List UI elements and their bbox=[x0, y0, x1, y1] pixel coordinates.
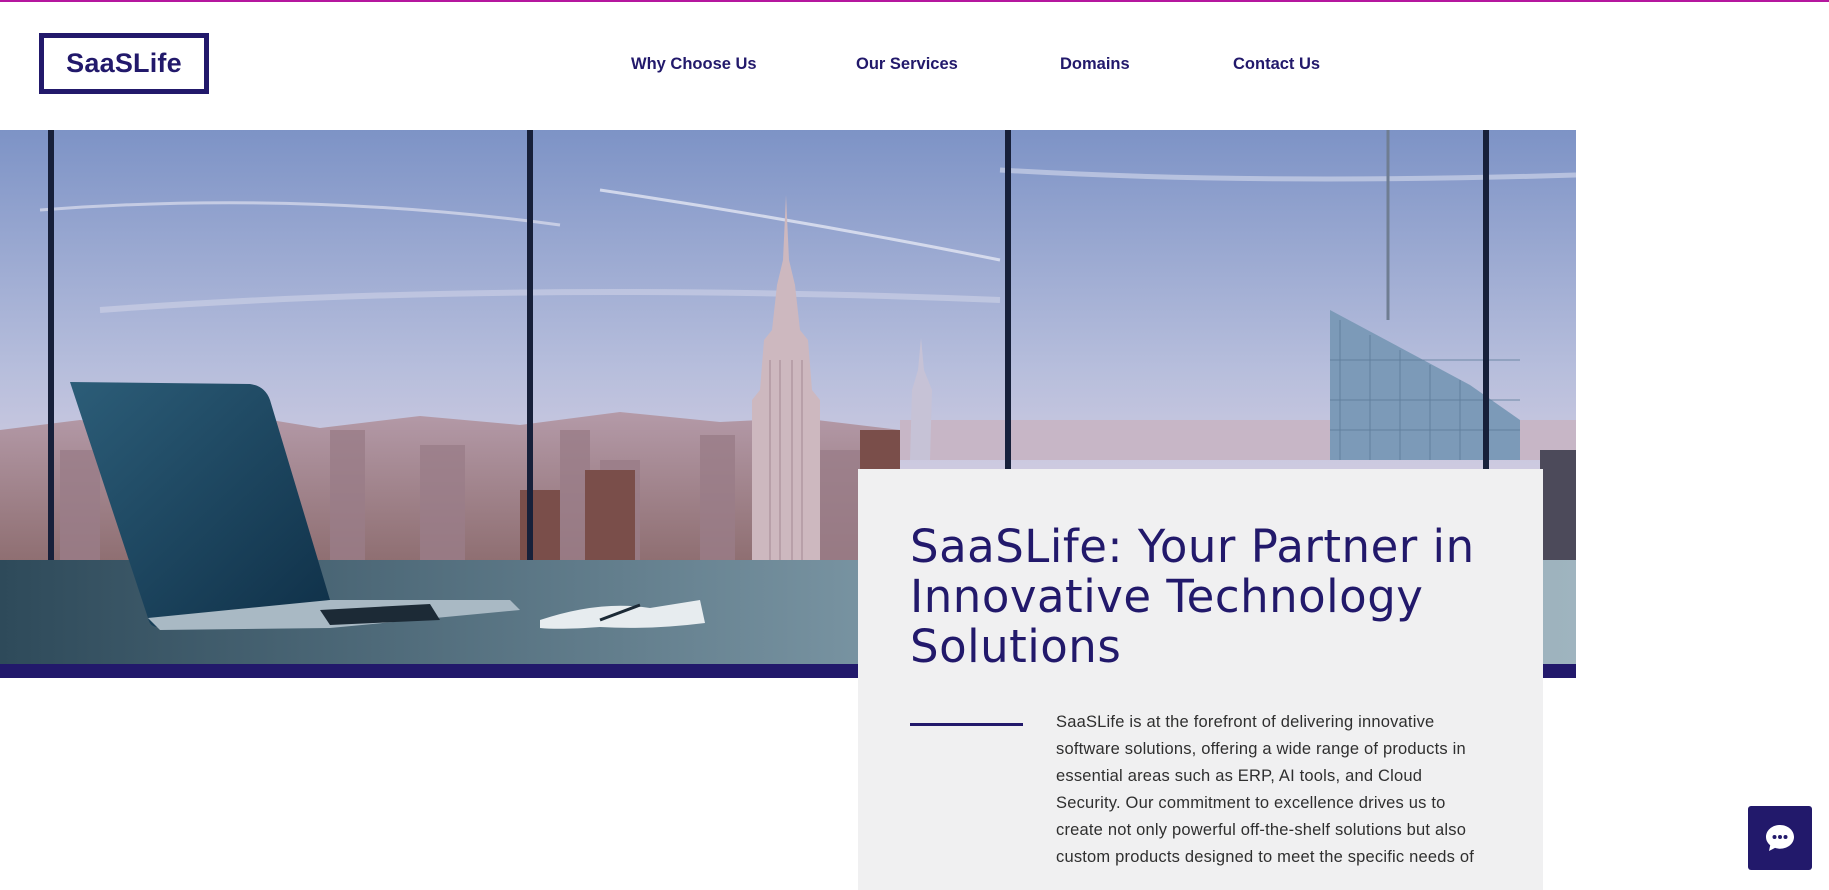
top-accent-bar bbox=[0, 0, 1829, 2]
nav-contact-us[interactable]: Contact Us bbox=[1233, 55, 1320, 74]
hero-content-card: SaaSLife: Your Partner in Innovative Tec… bbox=[858, 469, 1543, 890]
main-nav: Why Choose Us Our Services Domains Conta… bbox=[0, 55, 1829, 75]
chat-bubble-icon bbox=[1766, 825, 1794, 851]
nav-domains[interactable]: Domains bbox=[1060, 55, 1130, 74]
hero-description: SaaSLife is at the forefront of deliveri… bbox=[1056, 713, 1475, 866]
nav-why-choose-us[interactable]: Why Choose Us bbox=[631, 55, 757, 74]
nav-our-services[interactable]: Our Services bbox=[856, 55, 958, 74]
divider-line bbox=[910, 723, 1023, 726]
hero-title: SaaSLife: Your Partner in Innovative Tec… bbox=[910, 520, 1475, 673]
chat-button[interactable] bbox=[1748, 806, 1812, 870]
